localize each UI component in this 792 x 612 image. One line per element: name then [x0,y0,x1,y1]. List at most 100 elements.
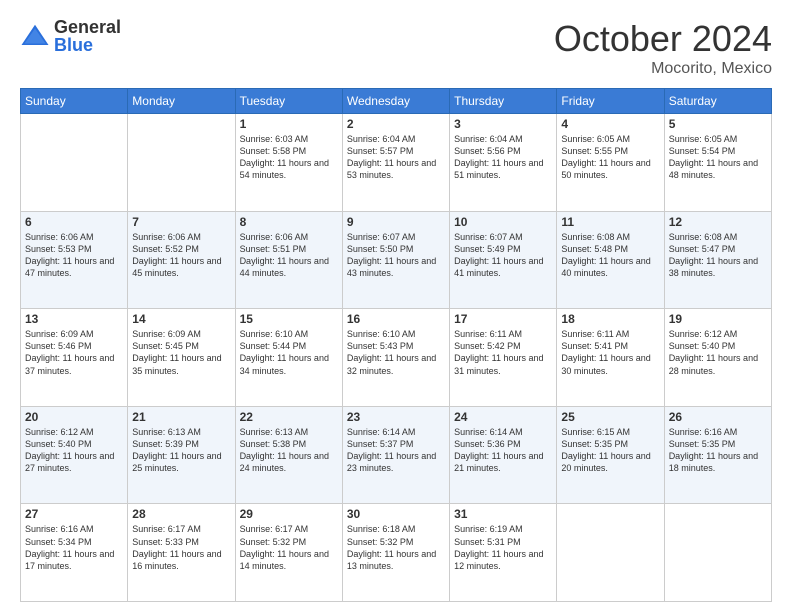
logo-blue: Blue [54,36,121,54]
calendar-cell: 9 Sunrise: 6:07 AMSunset: 5:50 PMDaylight… [342,211,449,309]
day-info: Sunrise: 6:11 AMSunset: 5:41 PMDaylight:… [561,328,659,377]
day-info: Sunrise: 6:17 AMSunset: 5:33 PMDaylight:… [132,523,230,572]
day-info: Sunrise: 6:04 AMSunset: 5:56 PMDaylight:… [454,133,552,182]
calendar-week-5: 27Sunrise: 6:16 AMSunset: 5:34 PMDayligh… [21,504,772,602]
calendar-cell: 12 Sunrise: 6:08 AMSunset: 5:47 PMDayligh… [664,211,771,309]
calendar-cell: 25Sunrise: 6:15 AMSunset: 5:35 PMDayligh… [557,406,664,504]
day-info: Sunrise: 6:13 AMSunset: 5:38 PMDaylight:… [240,426,338,475]
day-header-wednesday: Wednesday [342,89,449,114]
day-info: Sunrise: 6:14 AMSunset: 5:36 PMDaylight:… [454,426,552,475]
day-info: Sunrise: 6:04 AMSunset: 5:57 PMDaylight:… [347,133,445,182]
day-header-friday: Friday [557,89,664,114]
day-number: 7 [132,215,230,229]
calendar-cell: 23 Sunrise: 6:14 AMSunset: 5:37 PMDayligh… [342,406,449,504]
title-block: October 2024 Mocorito, Mexico [554,18,772,78]
day-info: Sunrise: 6:13 AMSunset: 5:39 PMDaylight:… [132,426,230,475]
day-number: 21 [132,410,230,424]
calendar-cell: 16 Sunrise: 6:10 AMSunset: 5:43 PMDayligh… [342,309,449,407]
calendar-cell: 24Sunrise: 6:14 AMSunset: 5:36 PMDayligh… [450,406,557,504]
day-info: Sunrise: 6:05 AMSunset: 5:55 PMDaylight:… [561,133,659,182]
calendar-cell: 27Sunrise: 6:16 AMSunset: 5:34 PMDayligh… [21,504,128,602]
calendar-cell: 21 Sunrise: 6:13 AMSunset: 5:39 PMDayligh… [128,406,235,504]
day-info: Sunrise: 6:14 AMSunset: 5:37 PMDaylight:… [347,426,445,475]
calendar-cell: 3Sunrise: 6:04 AMSunset: 5:56 PMDaylight… [450,114,557,212]
calendar-cell [21,114,128,212]
calendar-cell: 5 Sunrise: 6:05 AMSunset: 5:54 PMDaylight… [664,114,771,212]
day-number: 23 [347,410,445,424]
day-info: Sunrise: 6:07 AMSunset: 5:49 PMDaylight:… [454,231,552,280]
day-info: Sunrise: 6:08 AMSunset: 5:48 PMDaylight:… [561,231,659,280]
day-header-monday: Monday [128,89,235,114]
day-number: 1 [240,117,338,131]
day-number: 8 [240,215,338,229]
calendar-cell: 4Sunrise: 6:05 AMSunset: 5:55 PMDaylight… [557,114,664,212]
calendar-cell: 1 Sunrise: 6:03 AMSunset: 5:58 PMDaylight… [235,114,342,212]
calendar-cell: 11 Sunrise: 6:08 AMSunset: 5:48 PMDayligh… [557,211,664,309]
day-header-saturday: Saturday [664,89,771,114]
calendar-cell: 26 Sunrise: 6:16 AMSunset: 5:35 PMDayligh… [664,406,771,504]
day-number: 30 [347,507,445,521]
day-number: 13 [25,312,123,326]
calendar-week-4: 20Sunrise: 6:12 AMSunset: 5:40 PMDayligh… [21,406,772,504]
logo: General Blue [20,18,121,54]
calendar-cell: 13Sunrise: 6:09 AMSunset: 5:46 PMDayligh… [21,309,128,407]
calendar-week-1: 1 Sunrise: 6:03 AMSunset: 5:58 PMDaylight… [21,114,772,212]
day-info: Sunrise: 6:10 AMSunset: 5:43 PMDaylight:… [347,328,445,377]
day-number: 12 [669,215,767,229]
day-header-thursday: Thursday [450,89,557,114]
calendar-cell [557,504,664,602]
calendar-table: SundayMondayTuesdayWednesdayThursdayFrid… [20,88,772,602]
day-number: 29 [240,507,338,521]
calendar-cell: 31 Sunrise: 6:19 AMSunset: 5:31 PMDayligh… [450,504,557,602]
calendar-header-row: SundayMondayTuesdayWednesdayThursdayFrid… [21,89,772,114]
calendar-cell: 10Sunrise: 6:07 AMSunset: 5:49 PMDayligh… [450,211,557,309]
day-info: Sunrise: 6:19 AMSunset: 5:31 PMDaylight:… [454,523,552,572]
day-info: Sunrise: 6:08 AMSunset: 5:47 PMDaylight:… [669,231,767,280]
day-number: 9 [347,215,445,229]
calendar-cell: 15 Sunrise: 6:10 AMSunset: 5:44 PMDayligh… [235,309,342,407]
header: General Blue October 2024 Mocorito, Mexi… [20,18,772,78]
day-info: Sunrise: 6:11 AMSunset: 5:42 PMDaylight:… [454,328,552,377]
day-header-tuesday: Tuesday [235,89,342,114]
calendar-cell [128,114,235,212]
calendar-cell: 6Sunrise: 6:06 AMSunset: 5:53 PMDaylight… [21,211,128,309]
calendar-cell: 17 Sunrise: 6:11 AMSunset: 5:42 PMDayligh… [450,309,557,407]
day-info: Sunrise: 6:03 AMSunset: 5:58 PMDaylight:… [240,133,338,182]
calendar-cell: 19 Sunrise: 6:12 AMSunset: 5:40 PMDayligh… [664,309,771,407]
day-number: 31 [454,507,552,521]
day-number: 27 [25,507,123,521]
day-number: 11 [561,215,659,229]
day-number: 19 [669,312,767,326]
logo-text: General Blue [54,18,121,54]
day-info: Sunrise: 6:16 AMSunset: 5:35 PMDaylight:… [669,426,767,475]
calendar-cell: 2 Sunrise: 6:04 AMSunset: 5:57 PMDaylight… [342,114,449,212]
calendar-cell: 28 Sunrise: 6:17 AMSunset: 5:33 PMDayligh… [128,504,235,602]
day-number: 5 [669,117,767,131]
day-number: 16 [347,312,445,326]
calendar-cell [664,504,771,602]
day-number: 18 [561,312,659,326]
day-number: 22 [240,410,338,424]
day-number: 17 [454,312,552,326]
calendar-cell: 18 Sunrise: 6:11 AMSunset: 5:41 PMDayligh… [557,309,664,407]
day-info: Sunrise: 6:17 AMSunset: 5:32 PMDaylight:… [240,523,338,572]
day-info: Sunrise: 6:18 AMSunset: 5:32 PMDaylight:… [347,523,445,572]
month-title: October 2024 [554,18,772,60]
day-info: Sunrise: 6:05 AMSunset: 5:54 PMDaylight:… [669,133,767,182]
day-info: Sunrise: 6:06 AMSunset: 5:52 PMDaylight:… [132,231,230,280]
day-number: 15 [240,312,338,326]
calendar-week-3: 13Sunrise: 6:09 AMSunset: 5:46 PMDayligh… [21,309,772,407]
day-info: Sunrise: 6:10 AMSunset: 5:44 PMDaylight:… [240,328,338,377]
day-number: 6 [25,215,123,229]
calendar-week-2: 6Sunrise: 6:06 AMSunset: 5:53 PMDaylight… [21,211,772,309]
day-number: 2 [347,117,445,131]
calendar-cell: 7 Sunrise: 6:06 AMSunset: 5:52 PMDaylight… [128,211,235,309]
calendar-cell: 29 Sunrise: 6:17 AMSunset: 5:32 PMDayligh… [235,504,342,602]
page: General Blue October 2024 Mocorito, Mexi… [0,0,792,612]
location: Mocorito, Mexico [554,60,772,78]
day-number: 26 [669,410,767,424]
day-info: Sunrise: 6:12 AMSunset: 5:40 PMDaylight:… [669,328,767,377]
day-number: 28 [132,507,230,521]
day-number: 20 [25,410,123,424]
day-info: Sunrise: 6:07 AMSunset: 5:50 PMDaylight:… [347,231,445,280]
